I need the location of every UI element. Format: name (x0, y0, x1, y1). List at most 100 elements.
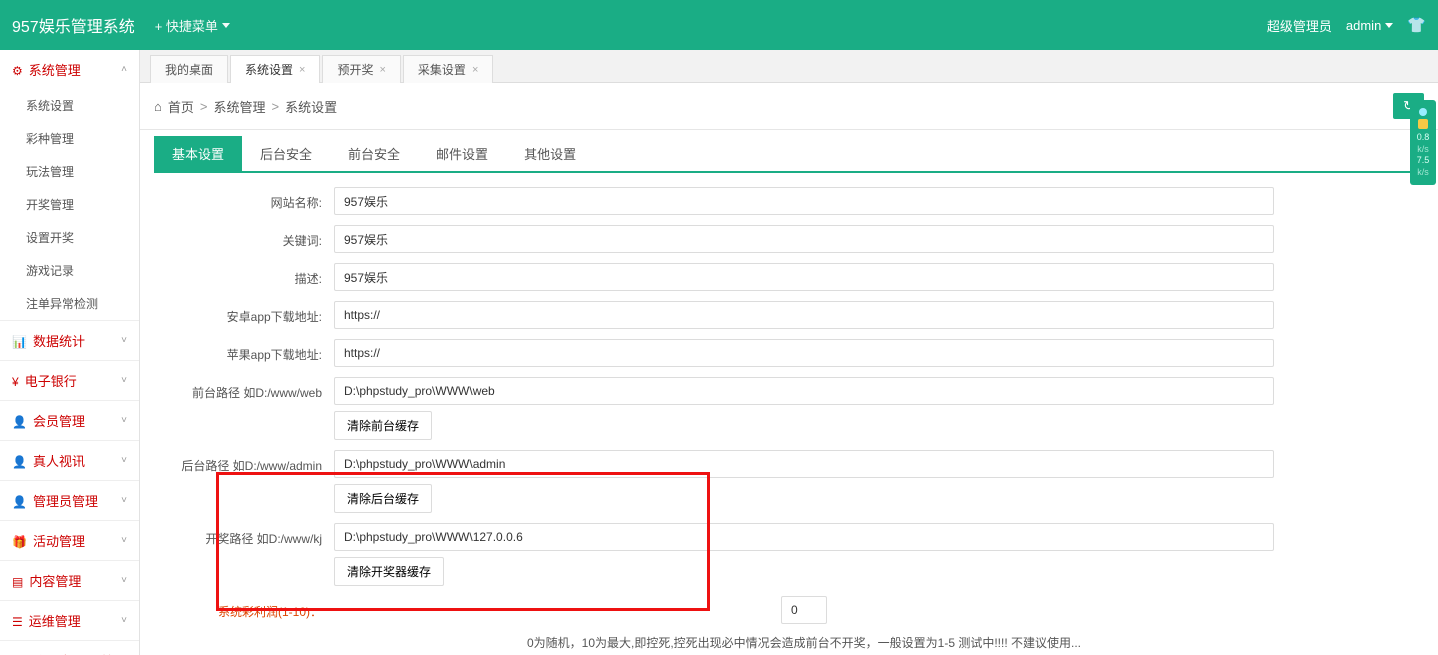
subtab[interactable]: 前台安全 (330, 136, 418, 171)
close-icon[interactable]: × (299, 64, 305, 76)
content-panel: 基本设置后台安全前台安全邮件设置其他设置 网站名称: 关键词: 描述: 安卓ap… (140, 130, 1438, 655)
clear-kj-cache-button[interactable]: 清除开奖器缓存 (334, 557, 444, 586)
sidebar-item[interactable]: 系统设置 (0, 89, 139, 122)
sidebar-group-icon: 🎁 (12, 535, 27, 549)
network-widget[interactable]: 0.8 k/s 7.5 k/s (1410, 100, 1436, 185)
sidebar-group-icon: ▤ (12, 575, 23, 589)
sidebar-item[interactable]: 玩法管理 (0, 155, 139, 188)
sidebar-group-label: 内容管理 (29, 574, 81, 589)
sidebar-group-icon: ¥ (12, 375, 19, 389)
input-sys-profit[interactable] (781, 596, 827, 624)
chevron-icon: ˅ (121, 455, 127, 466)
row-front-path: 前台路径 如D:/www/web 清除前台缓存 (154, 377, 1424, 440)
sidebar-group-header[interactable]: ⚙系统管理˄ (0, 50, 139, 89)
main-area: ◀ 我的桌面系统设置×预开奖×采集设置× ⌂ 首页 > 系统管理 > 系统设置 … (140, 50, 1438, 655)
sidebar-group-header[interactable]: 👤 真人视讯 ˅ (0, 440, 139, 480)
tab[interactable]: 预开奖 × (322, 55, 400, 83)
sidebar-group-label: 管理员管理 (33, 494, 98, 509)
tab-label: 系统设置 (245, 61, 293, 78)
sidebar-group-label: 运维管理 (29, 614, 81, 629)
breadcrumb: ⌂ 首页 > 系统管理 > 系统设置 (154, 97, 337, 116)
row-desc: 描述: (154, 263, 1424, 291)
sidebar-item[interactable]: 开奖管理 (0, 188, 139, 221)
chevron-icon: ˄ (121, 64, 127, 75)
sidebar-group-header[interactable]: 👤会员管理˅ (0, 400, 139, 440)
close-icon[interactable]: × (379, 64, 385, 76)
widget-up-unit: k/s (1412, 144, 1434, 156)
settings-form: 网站名称: 关键词: 描述: 安卓app下载地址: 苹果app下载地址: (154, 173, 1424, 655)
top-bar-right: 超级管理员 admin 👕 (1267, 16, 1426, 35)
breadcrumb-home[interactable]: 首页 (168, 97, 194, 116)
chevron-icon: ˅ (121, 615, 127, 626)
subtab[interactable]: 邮件设置 (418, 136, 506, 171)
chevron-icon: ˅ (121, 415, 127, 426)
sidebar-item[interactable]: 注单异常检测 (0, 287, 139, 320)
sidebar-group-header[interactable]: 👤管理员管理˅ (0, 480, 139, 520)
tab-label: 预开奖 (337, 61, 373, 78)
clear-admin-cache-button[interactable]: 清除后台缓存 (334, 484, 432, 513)
breadcrumb-sep: > (200, 99, 208, 114)
tab-label: 我的桌面 (165, 61, 213, 78)
input-android-url[interactable] (334, 301, 1274, 329)
tab[interactable]: 我的桌面 (150, 55, 228, 83)
input-keywords[interactable] (334, 225, 1274, 253)
row-sys-profit: 系统彩利润(1-10)： 0为随机，10为最大,即控死,控死出现必中情况会造成前… (154, 596, 1424, 651)
chevron-icon: ˅ (121, 335, 127, 346)
label-admin-path: 后台路径 如D:/www/admin (154, 450, 334, 474)
subtab[interactable]: 基本设置 (154, 136, 242, 171)
sidebar-group-header[interactable]: 👤聊天室/动画管理˅ (0, 640, 139, 655)
subtabs: 基本设置后台安全前台安全邮件设置其他设置 (154, 136, 1424, 173)
sidebar-group-icon: ⚙ (12, 64, 23, 78)
widget-square-icon (1418, 119, 1428, 129)
clear-front-cache-button[interactable]: 清除前台缓存 (334, 411, 432, 440)
label-sys-profit: 系统彩利润(1-10)： (154, 596, 334, 620)
label-ios-url: 苹果app下载地址: (154, 339, 334, 363)
user-menu[interactable]: admin (1346, 18, 1393, 33)
row-admin-path: 后台路径 如D:/www/admin 清除后台缓存 (154, 450, 1424, 513)
brand-title: 957娱乐管理系统 (12, 13, 135, 37)
sidebar-group-header[interactable]: 📊数据统计˅ (0, 320, 139, 360)
label-kj-path: 开奖路径 如D:/www/kj (154, 523, 334, 547)
user-role-label: 超级管理员 (1267, 16, 1332, 35)
widget-down-unit: k/s (1412, 167, 1434, 179)
chevron-icon: ˅ (121, 375, 127, 386)
sidebar-group-header[interactable]: 🎁活动管理˅ (0, 520, 139, 560)
close-icon[interactable]: × (472, 64, 478, 76)
chevron-icon: ˅ (121, 575, 127, 586)
sidebar-group-label: 真人视讯 (33, 454, 85, 469)
help-sys-profit: 0为随机，10为最大,即控死,控死出现必中情况会造成前台不开奖，一般设置为1-5… (527, 634, 1081, 651)
row-ios-url: 苹果app下载地址: (154, 339, 1424, 367)
sidebar-group-icon: ☰ (12, 615, 23, 629)
quick-menu-button[interactable]: + 快捷菜单 (155, 16, 230, 35)
breadcrumb-row: ⌂ 首页 > 系统管理 > 系统设置 ↻ (140, 83, 1438, 130)
input-desc[interactable] (334, 263, 1274, 291)
input-site-name[interactable] (334, 187, 1274, 215)
sidebar-group-header[interactable]: ¥电子银行˅ (0, 360, 139, 400)
sidebar-group-header[interactable]: ▤ 内容管理 ˅ (0, 560, 139, 600)
chevron-down-icon (222, 23, 230, 28)
input-kj-path[interactable] (334, 523, 1274, 551)
subtab[interactable]: 后台安全 (242, 136, 330, 171)
breadcrumb-part[interactable]: 系统管理 (213, 97, 265, 116)
subtab[interactable]: 其他设置 (506, 136, 594, 171)
sidebar-item[interactable]: 游戏记录 (0, 254, 139, 287)
home-icon[interactable]: ⌂ (154, 99, 162, 114)
top-bar: 957娱乐管理系统 + 快捷菜单 超级管理员 admin 👕 (0, 0, 1438, 50)
tab[interactable]: 采集设置× (403, 55, 493, 83)
sidebar-group-label: 数据统计 (33, 334, 85, 349)
tshirt-icon[interactable]: 👕 (1407, 16, 1426, 34)
row-android-url: 安卓app下载地址: (154, 301, 1424, 329)
sidebar-item[interactable]: 设置开奖 (0, 221, 139, 254)
quick-menu-label: + 快捷菜单 (155, 16, 218, 35)
label-keywords: 关键词: (154, 225, 334, 249)
input-admin-path[interactable] (334, 450, 1274, 478)
sidebar-group-icon: 👤 (12, 455, 27, 469)
chevron-icon: ˅ (121, 495, 127, 506)
input-ios-url[interactable] (334, 339, 1274, 367)
sidebar-group-header[interactable]: ☰ 运维管理 ˅ (0, 600, 139, 640)
widget-dot-icon (1419, 108, 1427, 116)
input-front-path[interactable] (334, 377, 1274, 405)
tab[interactable]: 系统设置 × (230, 55, 320, 83)
label-front-path: 前台路径 如D:/www/web (154, 377, 334, 401)
sidebar-item[interactable]: 彩种管理 (0, 122, 139, 155)
